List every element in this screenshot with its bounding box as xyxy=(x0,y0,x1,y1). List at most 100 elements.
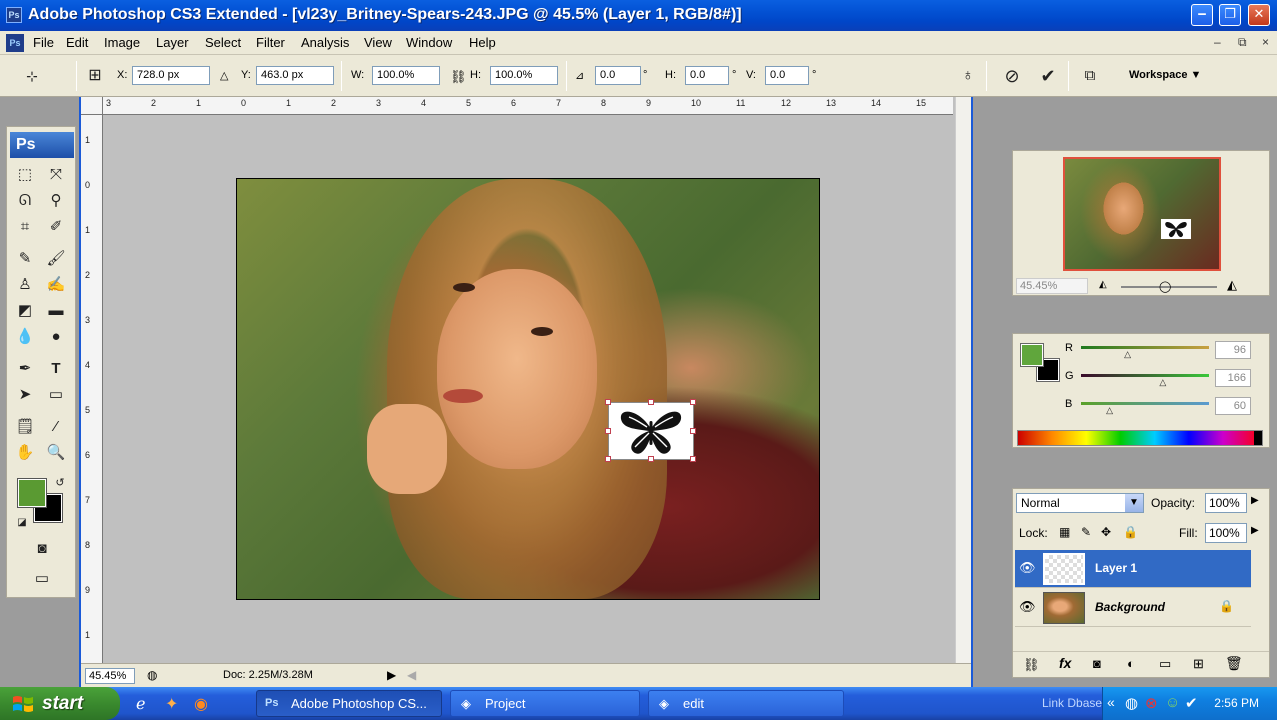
layer-transform-box[interactable] xyxy=(605,399,696,462)
dodge-tool-icon[interactable]: ● xyxy=(43,325,69,349)
swap-colors-icon[interactable]: ↺ xyxy=(47,471,73,495)
lock-all-icon[interactable]: 🔒 xyxy=(1123,525,1138,539)
eye-icon[interactable]: 👁 xyxy=(1019,599,1036,615)
zoom-in-icon[interactable]: ◭ xyxy=(1227,277,1237,293)
blur-tool-icon[interactable]: 💧 xyxy=(12,325,38,349)
taskbar-item-photoshop[interactable]: Ps Adobe Photoshop CS... xyxy=(256,690,442,717)
tray-network-icon[interactable]: ◍ xyxy=(1125,694,1138,712)
link-layers-icon[interactable]: ⛓ xyxy=(1023,657,1040,673)
menu-analysis[interactable]: Analysis xyxy=(301,35,349,50)
fill-slider-arrow-icon[interactable]: ▶ xyxy=(1251,525,1259,536)
doc-close-button[interactable]: × xyxy=(1262,35,1269,49)
new-group-icon[interactable]: ▭ xyxy=(1159,656,1171,672)
zoom-out-icon[interactable]: ◭ xyxy=(1099,279,1107,290)
channel-slider[interactable] xyxy=(1081,374,1209,377)
channel-slider-thumb[interactable]: △ xyxy=(1106,406,1116,415)
quick-launch-ie-icon[interactable]: ℯ xyxy=(136,694,145,714)
ruler-origin[interactable] xyxy=(81,97,103,115)
zoom-field[interactable]: 45.45% xyxy=(85,668,135,684)
layer-mask-icon[interactable]: ◙ xyxy=(1093,656,1101,671)
channel-value-field[interactable]: 166 xyxy=(1215,369,1251,387)
fill-field[interactable]: 100% xyxy=(1205,523,1247,543)
taskbar-item-project[interactable]: ◈ Project xyxy=(450,690,640,717)
y-field[interactable]: 463.0 px xyxy=(256,66,334,85)
channel-slider[interactable] xyxy=(1081,346,1209,349)
rotation-field[interactable]: 0.0 xyxy=(595,66,641,85)
channel-slider-thumb[interactable]: △ xyxy=(1124,350,1134,359)
transform-handle-t[interactable] xyxy=(648,399,654,405)
color-spectrum-bar[interactable] xyxy=(1017,430,1263,446)
transform-handle-bl[interactable] xyxy=(605,456,611,462)
transform-handle-tr[interactable] xyxy=(690,399,696,405)
height-field[interactable]: 100.0% xyxy=(490,66,558,85)
transform-handle-l[interactable] xyxy=(605,428,611,434)
menu-edit[interactable]: Edit xyxy=(66,35,88,50)
restore-button[interactable]: ❐ xyxy=(1219,4,1241,26)
layer-row-layer-1[interactable]: 👁 Layer 1 xyxy=(1015,550,1251,588)
hskew-field[interactable]: 0.0 xyxy=(685,66,729,85)
channel-slider[interactable] xyxy=(1081,402,1209,405)
close-button[interactable]: ✕ xyxy=(1248,4,1270,26)
bridge-icon[interactable]: ⧉ xyxy=(1078,64,1102,88)
eye-icon[interactable]: 👁 xyxy=(1019,560,1036,576)
vskew-field[interactable]: 0.0 xyxy=(765,66,809,85)
taskbar-item-edit[interactable]: ◈ edit xyxy=(648,690,844,717)
vertical-scrollbar[interactable] xyxy=(955,97,971,663)
hand-tool-icon[interactable]: ✋ xyxy=(12,441,38,465)
doc-minimize-button[interactable]: – xyxy=(1214,35,1221,49)
color-foreground-swatch[interactable] xyxy=(1021,344,1043,366)
canvas-area[interactable] xyxy=(103,115,953,663)
healing-brush-tool-icon[interactable]: ✎ xyxy=(12,247,38,271)
transform-handle-b[interactable] xyxy=(648,456,654,462)
transform-handle-br[interactable] xyxy=(690,456,696,462)
move-tool-preset-icon[interactable]: ⊹ xyxy=(20,64,44,88)
channel-value-field[interactable]: 60 xyxy=(1215,397,1251,415)
tray-security-icon[interactable]: ⊗ xyxy=(1145,694,1158,712)
tray-link-label[interactable]: Link Dbase xyxy=(1042,696,1102,710)
type-tool-icon[interactable]: T xyxy=(43,357,69,381)
eyedropper-tool-icon[interactable]: ⁄ xyxy=(43,415,69,439)
shape-tool-icon[interactable]: ▭ xyxy=(43,383,69,407)
move-tool-icon[interactable]: ⤧ xyxy=(43,163,69,187)
reference-point-icon[interactable]: ⊞ xyxy=(83,64,107,88)
menu-select[interactable]: Select xyxy=(205,35,241,50)
warp-mode-icon[interactable]: ♁ xyxy=(956,64,980,88)
lock-position-icon[interactable]: ✥ xyxy=(1101,525,1111,539)
lock-transparency-icon[interactable]: ▦ xyxy=(1059,525,1070,539)
lasso-tool-icon[interactable]: ᘏ xyxy=(12,189,38,213)
lock-pixels-icon[interactable]: ✎ xyxy=(1081,525,1091,539)
menu-filter[interactable]: Filter xyxy=(256,35,285,50)
horizontal-ruler[interactable]: 3 2 1 0 1 2 3 4 5 6 7 8 9 10 11 12 13 14 15 xyxy=(103,97,953,115)
transform-handle-r[interactable] xyxy=(690,428,696,434)
layer-name[interactable]: Background xyxy=(1095,600,1165,614)
pen-tool-icon[interactable]: ✒ xyxy=(12,357,38,381)
zoom-slider-thumb[interactable]: ◯ xyxy=(1159,280,1171,293)
marquee-tool-icon[interactable]: ⬚ xyxy=(12,163,38,187)
layer-name[interactable]: Layer 1 xyxy=(1095,561,1137,575)
start-button[interactable]: start xyxy=(0,687,120,720)
status-menu-arrow-icon[interactable]: ▶ xyxy=(387,668,396,682)
clone-stamp-tool-icon[interactable]: ♙ xyxy=(12,273,38,297)
slice-tool-icon[interactable]: ✐ xyxy=(43,215,69,239)
tray-messenger-icon[interactable]: ☺ xyxy=(1165,694,1180,711)
quick-launch-firefox-icon[interactable]: ◉ xyxy=(194,694,208,714)
gradient-tool-icon[interactable]: ▬ xyxy=(43,299,69,323)
default-colors-icon[interactable]: ◪ xyxy=(9,511,35,535)
brush-tool-icon[interactable]: 🖌 xyxy=(43,247,69,271)
foreground-color-swatch[interactable] xyxy=(18,479,46,507)
menu-image[interactable]: Image xyxy=(104,35,140,50)
menu-window[interactable]: Window xyxy=(406,35,452,50)
tray-chevron-icon[interactable]: « xyxy=(1107,694,1115,710)
notes-tool-icon[interactable]: 🗒 xyxy=(12,415,38,439)
x-field[interactable]: 728.0 px xyxy=(132,66,210,85)
screen-mode-icon[interactable]: ▭ xyxy=(29,567,55,591)
crop-tool-icon[interactable]: ⌗ xyxy=(12,215,38,239)
opacity-slider-arrow-icon[interactable]: ▶ xyxy=(1251,495,1259,506)
scroll-left-icon[interactable]: ◀ xyxy=(407,668,416,682)
document-image[interactable] xyxy=(236,178,820,600)
quick-mask-icon[interactable]: ◙ xyxy=(29,537,55,561)
blend-mode-select[interactable]: Normal ▼ xyxy=(1016,493,1144,513)
magic-wand-tool-icon[interactable]: ⚲ xyxy=(43,189,69,213)
menu-help[interactable]: Help xyxy=(469,35,496,50)
vertical-ruler[interactable]: 1 0 1 2 3 4 5 6 7 8 9 1 xyxy=(81,115,103,663)
